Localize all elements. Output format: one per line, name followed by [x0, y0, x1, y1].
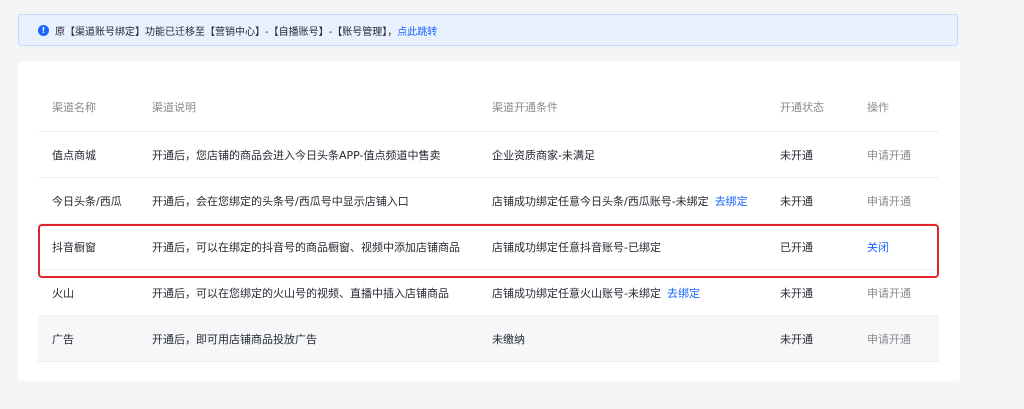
- table-row-ads: 广告 开通后，即可用店铺商品投放广告 未缴纳 未开通 申请开通: [38, 316, 939, 362]
- table-row-huoshan: 火山 开通后，可以在您绑定的火山号的视频、直播中插入店铺商品 店铺成功绑定任意火…: [38, 270, 939, 316]
- channel-name: 今日头条/西瓜: [52, 194, 122, 208]
- channel-condition: 未缴纳: [492, 316, 525, 361]
- notice-text: 原【渠道账号绑定】功能已迁移至【营销中心】-【自播账号】-【账号管理】，: [55, 26, 398, 38]
- channel-condition: 店铺成功绑定任意今日头条/西瓜账号-未绑定 去绑定: [492, 178, 748, 223]
- go-bind-link[interactable]: 去绑定: [667, 285, 700, 301]
- page: ! 原【渠道账号绑定】功能已迁移至【营销中心】-【自播账号】-【账号管理】， 点…: [0, 0, 1024, 409]
- apply-open-button[interactable]: 申请开通: [867, 316, 911, 361]
- migration-notice-banner: ! 原【渠道账号绑定】功能已迁移至【营销中心】-【自播账号】-【账号管理】， 点…: [18, 14, 958, 46]
- channel-table: 渠道名称 渠道说明 渠道开通条件 开通状态 操作 值点商城 开通后，您店铺的商品…: [38, 82, 939, 362]
- table-header: 渠道名称 渠道说明 渠道开通条件 开通状态 操作: [38, 82, 939, 132]
- channel-card: 渠道名称 渠道说明 渠道开通条件 开通状态 操作 值点商城 开通后，您店铺的商品…: [18, 61, 960, 381]
- channel-status: 未开通: [780, 194, 813, 208]
- channel-condition: 店铺成功绑定任意火山账号-未绑定 去绑定: [492, 270, 700, 315]
- apply-open-button[interactable]: 申请开通: [867, 178, 911, 223]
- channel-name: 火山: [52, 286, 74, 300]
- channel-desc: 开通后，可以在绑定的抖音号的商品橱窗、视频中添加店铺商品: [152, 240, 460, 254]
- channel-name: 抖音橱窗: [52, 240, 96, 254]
- channel-desc: 开通后，即可用店铺商品投放广告: [152, 332, 317, 346]
- apply-open-button[interactable]: 申请开通: [867, 270, 911, 315]
- condition-text: 未缴纳: [492, 332, 525, 346]
- header-channel-name: 渠道名称: [52, 100, 96, 114]
- channel-desc: 开通后，可以在您绑定的火山号的视频、直播中插入店铺商品: [152, 286, 449, 300]
- channel-condition: 企业资质商家-未满足: [492, 132, 595, 177]
- channel-desc: 开通后，您店铺的商品会进入今日头条APP-值点频道中售卖: [152, 148, 441, 162]
- channel-status: 未开通: [780, 332, 813, 346]
- channel-status: 未开通: [780, 148, 813, 162]
- header-open-status: 开通状态: [780, 100, 824, 114]
- channel-status: 未开通: [780, 286, 813, 300]
- apply-open-button[interactable]: 申请开通: [867, 132, 911, 177]
- header-channel-desc: 渠道说明: [152, 100, 196, 114]
- condition-text: 企业资质商家-未满足: [492, 148, 595, 162]
- close-channel-button[interactable]: 关闭: [867, 224, 889, 269]
- header-open-condition: 渠道开通条件: [492, 100, 558, 114]
- notice-jump-link[interactable]: 点此跳转: [397, 23, 437, 38]
- channel-name: 广告: [52, 332, 74, 346]
- condition-text: 店铺成功绑定任意抖音账号-已绑定: [492, 240, 661, 254]
- table-row-toutiao: 今日头条/西瓜 开通后，会在您绑定的头条号/西瓜号中显示店铺入口 店铺成功绑定任…: [38, 178, 939, 224]
- channel-status: 已开通: [780, 240, 813, 254]
- channel-name: 值点商城: [52, 148, 96, 162]
- table-row-zhidian: 值点商城 开通后，您店铺的商品会进入今日头条APP-值点频道中售卖 企业资质商家…: [38, 132, 939, 178]
- table-row-douyin: 抖音橱窗 开通后，可以在绑定的抖音号的商品橱窗、视频中添加店铺商品 店铺成功绑定…: [38, 224, 939, 270]
- go-bind-link[interactable]: 去绑定: [715, 193, 748, 209]
- condition-text: 店铺成功绑定任意火山账号-未绑定: [492, 286, 661, 300]
- channel-condition: 店铺成功绑定任意抖音账号-已绑定: [492, 224, 661, 269]
- condition-text: 店铺成功绑定任意今日头条/西瓜账号-未绑定: [492, 194, 709, 208]
- info-icon: !: [38, 24, 49, 36]
- header-action: 操作: [867, 100, 889, 114]
- channel-desc: 开通后，会在您绑定的头条号/西瓜号中显示店铺入口: [152, 194, 409, 208]
